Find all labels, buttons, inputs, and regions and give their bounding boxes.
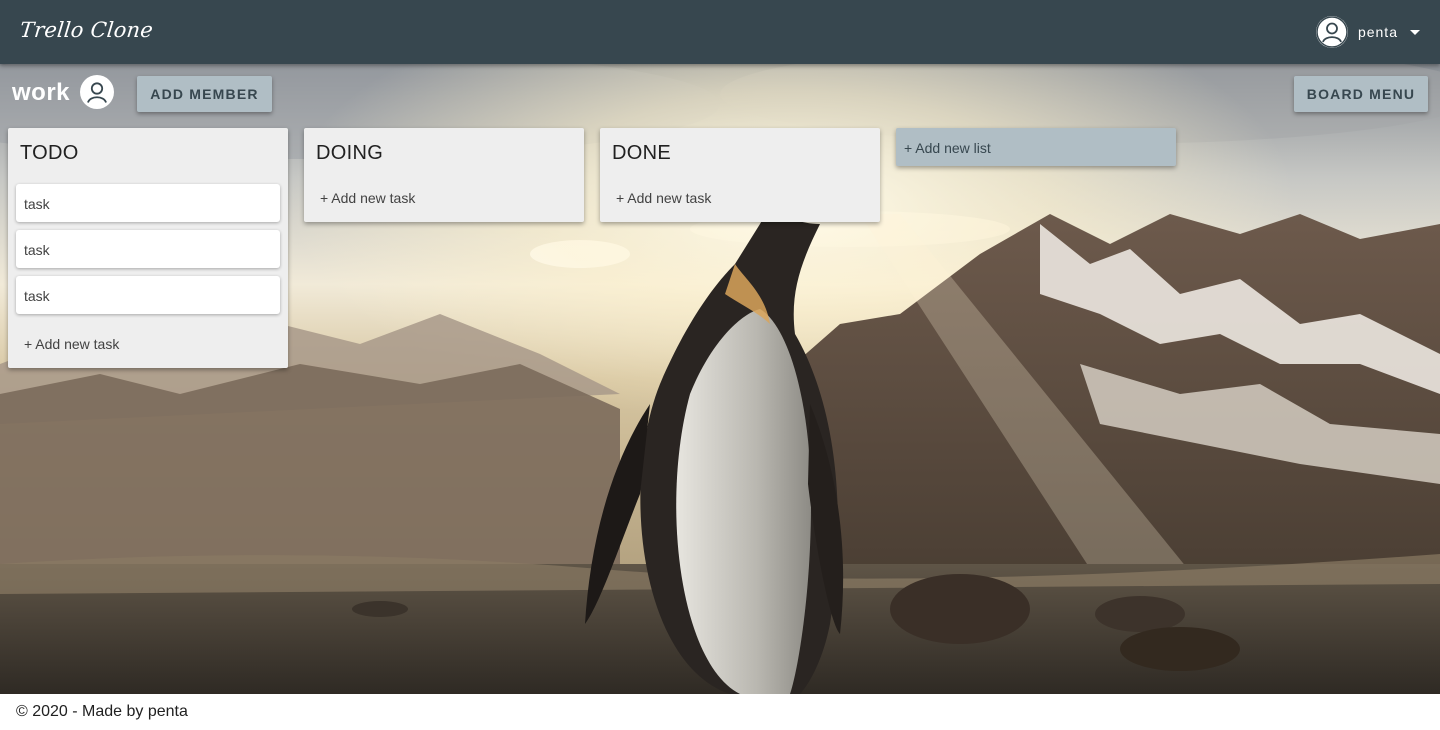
user-name: penta: [1357, 24, 1398, 40]
footer-text: © 2020 - Made by penta: [16, 703, 188, 720]
task-card[interactable]: task: [16, 184, 280, 222]
board-menu-button[interactable]: BOARD MENU: [1294, 76, 1428, 112]
caret-down-icon: [1410, 29, 1420, 35]
list-done: DONE + Add new task: [600, 128, 880, 222]
add-member-button[interactable]: ADD MEMBER: [137, 76, 272, 112]
account-circle-icon[interactable]: [80, 75, 114, 109]
footer: © 2020 - Made by penta: [0, 694, 1440, 730]
list-doing: DOING + Add new task: [304, 128, 584, 222]
add-list-button[interactable]: + Add new list: [896, 128, 1176, 166]
board-title[interactable]: work: [12, 79, 70, 107]
task-card[interactable]: task: [16, 230, 280, 268]
add-task-button[interactable]: + Add new task: [304, 176, 584, 222]
list-title[interactable]: DONE: [600, 128, 880, 176]
add-task-button[interactable]: + Add new task: [8, 322, 288, 368]
list-title[interactable]: DOING: [304, 128, 584, 176]
task-card[interactable]: task: [16, 276, 280, 314]
board: work ADD MEMBER BOARD MENU TODO task tas…: [0, 64, 1440, 694]
add-task-button[interactable]: + Add new task: [600, 176, 880, 222]
user-menu[interactable]: penta: [1315, 16, 1420, 48]
card-list: task task task: [8, 176, 288, 314]
account-circle-icon: [1315, 16, 1348, 48]
list-title[interactable]: TODO: [8, 128, 288, 176]
app-bar: Trello Clone penta: [0, 0, 1440, 64]
list-todo: TODO task task task + Add new task: [8, 128, 288, 368]
app-brand[interactable]: Trello Clone: [19, 18, 155, 42]
